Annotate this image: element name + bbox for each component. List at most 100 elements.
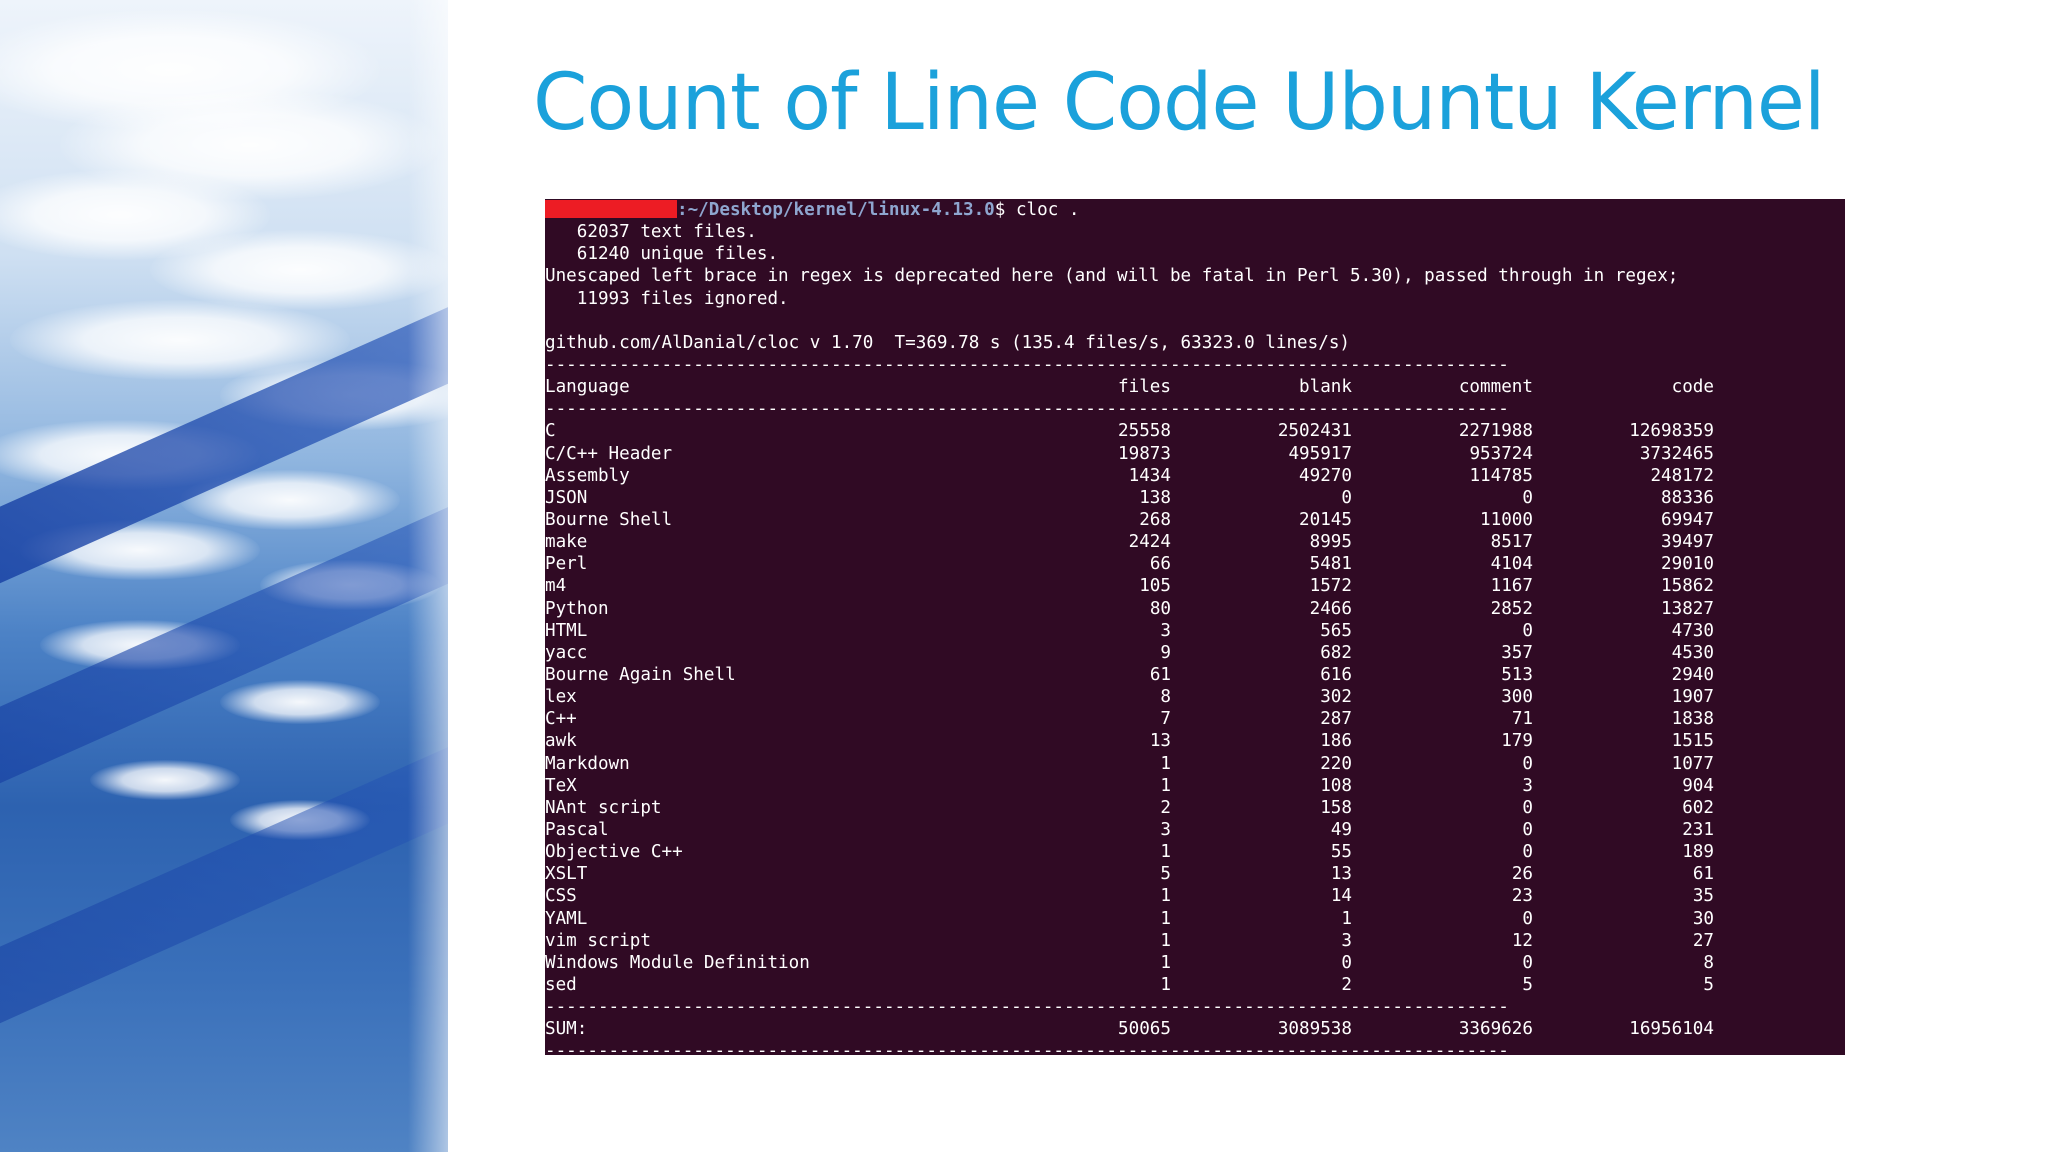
table-row: TeX 1 108 3 904	[545, 775, 1845, 797]
language-table-body: C 25558 2502431 2271988 12698359 C/C++ Header…	[545, 420, 1845, 996]
row-language: YAML	[545, 908, 588, 929]
row-blank: 108	[1320, 775, 1352, 796]
row-files: 25558	[1118, 421, 1171, 442]
row-comment: 71	[1511, 709, 1533, 730]
row-files: 2424	[1128, 532, 1171, 553]
table-row: C 25558 2502431 2271988 12698359	[545, 420, 1845, 442]
row-blank: 49270	[1299, 465, 1352, 486]
column-header: blank	[1299, 377, 1352, 398]
row-blank: 186	[1320, 731, 1352, 752]
column-header: code	[1671, 377, 1714, 398]
row-code: 4730	[1671, 620, 1714, 641]
table-row: Windows Module Definition 1 0 0 8	[545, 952, 1845, 974]
row-comment: 3	[1522, 775, 1533, 796]
row-blank: 616	[1320, 664, 1352, 685]
row-blank: 5481	[1309, 554, 1352, 575]
table-row: Assembly 1434 49270 114785 248172	[545, 465, 1845, 487]
row-files: 1	[1160, 974, 1171, 995]
row-comment: 26	[1511, 864, 1533, 885]
row-code: 1907	[1671, 687, 1714, 708]
row-language: sed	[545, 974, 577, 995]
table-row: Objective C++ 1 55 0 189	[545, 841, 1845, 863]
table-row: lex 8 302 300 1907	[545, 686, 1845, 708]
row-files: 1	[1160, 952, 1171, 973]
row-files: 61	[1149, 664, 1171, 685]
row-comment: 0	[1522, 952, 1533, 973]
row-files: 3	[1160, 819, 1171, 840]
table-row: sed 1 2 5 5	[545, 974, 1845, 996]
row-files: 66	[1149, 554, 1171, 575]
sum-comment: 3369626	[1458, 1019, 1533, 1040]
row-language: TeX	[545, 775, 577, 796]
row-comment: 4104	[1490, 554, 1533, 575]
row-code: 88336	[1661, 487, 1714, 508]
row-blank: 682	[1320, 642, 1352, 663]
table-row: C/C++ Header 19873 495917 953724 3732465	[545, 443, 1845, 465]
row-files: 138	[1139, 487, 1171, 508]
row-blank: 495917	[1288, 443, 1352, 464]
row-files: 19873	[1118, 443, 1171, 464]
row-blank: 1572	[1309, 576, 1352, 597]
table-row: Pascal 3 49 0 231	[545, 819, 1845, 841]
row-code: 248172	[1650, 465, 1714, 486]
row-comment: 12	[1511, 930, 1533, 951]
row-language: Markdown	[545, 753, 630, 774]
row-comment: 0	[1522, 620, 1533, 641]
row-comment: 179	[1501, 731, 1533, 752]
row-code: 8	[1703, 952, 1714, 973]
table-row: Bourne Shell 268 20145 11000 69947	[545, 509, 1845, 531]
row-files: 1	[1160, 775, 1171, 796]
separator-line: ----------------------------------------…	[545, 354, 1509, 375]
row-code: 61	[1692, 864, 1714, 885]
row-blank: 14	[1330, 886, 1352, 907]
table-row: Markdown 1 220 0 1077	[545, 753, 1845, 775]
sum-code: 16956104	[1629, 1019, 1714, 1040]
row-blank: 220	[1320, 753, 1352, 774]
row-code: 13827	[1661, 598, 1714, 619]
table-row: Python 80 2466 2852 13827	[545, 598, 1845, 620]
row-language: XSLT	[545, 864, 588, 885]
sum-files: 50065	[1118, 1019, 1171, 1040]
separator-line: ----------------------------------------…	[545, 1041, 1509, 1055]
separator-line: ----------------------------------------…	[545, 399, 1509, 420]
table-row: yacc 9 682 357 4530	[545, 642, 1845, 664]
row-files: 105	[1139, 576, 1171, 597]
row-blank: 20145	[1299, 509, 1352, 530]
row-code: 30	[1692, 908, 1714, 929]
terminal-window[interactable]: :~/Desktop/kernel/linux-4.13.0$ cloc . 6…	[545, 199, 1845, 1055]
output-unique-files: 61240 unique files.	[545, 244, 779, 265]
row-code: 602	[1682, 797, 1714, 818]
row-language: C	[545, 421, 556, 442]
row-blank: 1	[1341, 908, 1352, 929]
command-text: cloc .	[1005, 200, 1080, 220]
row-blank: 2502431	[1277, 421, 1352, 442]
row-blank: 49	[1330, 819, 1352, 840]
row-comment: 114785	[1469, 465, 1533, 486]
row-files: 80	[1149, 598, 1171, 619]
row-blank: 287	[1320, 709, 1352, 730]
row-language: Bourne Again Shell	[545, 664, 736, 685]
table-row: CSS 1 14 23 35	[545, 885, 1845, 907]
output-warning: Unescaped left brace in regex is depreca…	[545, 266, 1679, 287]
sum-row: SUM: 50065 3089538 3369626 16956104	[545, 1018, 1845, 1040]
row-code: 27	[1692, 930, 1714, 951]
row-code: 904	[1682, 775, 1714, 796]
sum-blank: 3089538	[1277, 1019, 1352, 1040]
row-code: 12698359	[1629, 421, 1714, 442]
row-comment: 0	[1522, 842, 1533, 863]
row-language: C++	[545, 709, 577, 730]
row-blank: 158	[1320, 797, 1352, 818]
sky-background-image	[0, 0, 448, 1152]
table-row: C++ 7 287 71 1838	[545, 708, 1845, 730]
prompt-line: :~/Desktop/kernel/linux-4.13.0$ cloc .	[545, 199, 1845, 221]
column-header: files	[1118, 377, 1171, 398]
row-language: vim script	[545, 930, 651, 951]
row-files: 1	[1160, 842, 1171, 863]
row-code: 39497	[1661, 532, 1714, 553]
row-code: 231	[1682, 819, 1714, 840]
row-code: 2940	[1671, 664, 1714, 685]
row-comment: 0	[1522, 819, 1533, 840]
row-comment: 300	[1501, 687, 1533, 708]
row-files: 1	[1160, 753, 1171, 774]
